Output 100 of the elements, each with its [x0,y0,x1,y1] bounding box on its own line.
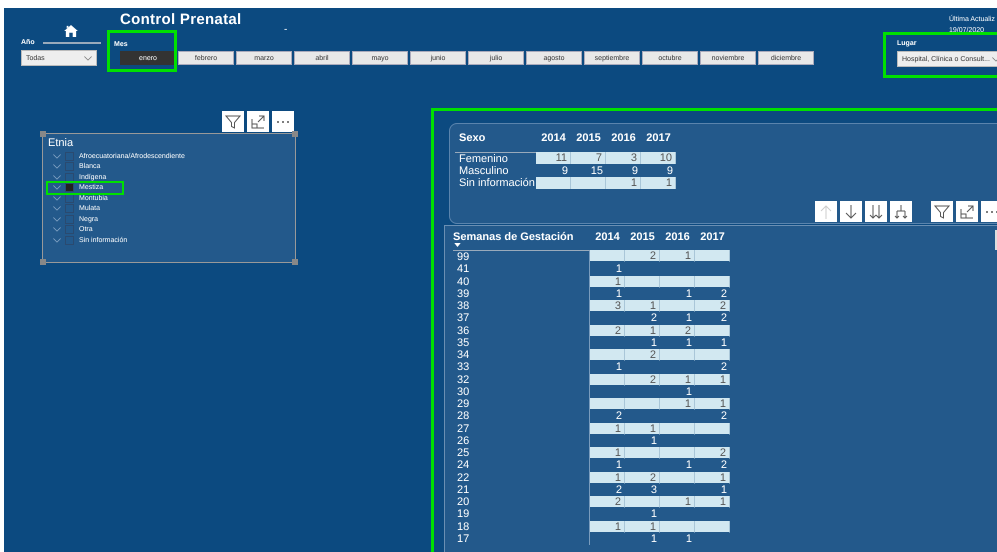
table-cell-text: 2 [720,410,728,422]
table-cell-text: 1 [650,336,658,349]
table-cell-text: 1 [684,312,693,324]
table-cell: 1 [660,496,695,508]
sort-descending-icon[interactable] [454,243,461,247]
table-cell-text: 2 [650,312,658,324]
drill-down-icon[interactable] [840,201,862,222]
report-title: Control Prenatal [120,11,242,28]
row-header: 99 [453,250,590,264]
more-options-icon[interactable] [272,111,294,132]
more-options-icon[interactable] [981,201,997,222]
table-cell: 1 [660,374,695,386]
table-cell-text: 3 [650,484,658,496]
focus-mode-icon[interactable] [956,201,978,222]
checkbox[interactable] [65,204,74,214]
table-cell-text: 1 [614,361,623,374]
table-cell-text: 1 [684,532,693,545]
checkbox[interactable] [65,152,74,161]
table-cell-text: 1 [684,288,693,300]
table-cell: 2 [625,250,660,262]
table-cell-text: 15 [590,165,604,177]
resize-handle[interactable] [40,259,46,265]
table-cell: 1 [625,422,660,435]
table-cell: 1 [660,250,695,262]
table-cell-text: 2 [720,288,728,300]
table-cell: 3 [606,152,641,164]
checkbox[interactable] [65,194,74,203]
row-header: 39 [453,288,590,300]
checkbox[interactable] [65,183,74,192]
subtitle-text: - [284,24,288,35]
table-cell: 1 [590,422,625,435]
row-header: 30 [453,386,590,398]
table-cell-text: 9 [630,165,639,177]
filter-icon[interactable] [222,111,244,132]
table-cell: 1 [660,398,695,410]
row-header: 24 [453,459,590,472]
column-header: 2015 [575,132,602,146]
table-cell: 2 [695,300,730,312]
checkbox[interactable] [65,225,74,234]
resize-handle[interactable] [292,259,298,265]
table-cell-text: 1 [720,336,728,349]
row-header: 26 [453,434,590,447]
column-header: 2017 [699,231,726,245]
table-cell: 2 [590,496,625,508]
table-cell: 1 [625,300,660,312]
checkbox[interactable] [65,236,74,245]
column-header: 2017 [645,132,672,146]
table-cell-text: 1 [684,459,693,472]
highlight-frame [107,30,177,72]
table-cell: 2 [625,349,660,362]
table-cell-text: 1 [684,336,693,349]
table-cell: 1 [590,472,625,484]
table-cell: 7 [571,152,606,164]
table-cell-text: 1 [684,386,693,398]
column-header: 2016 [664,231,691,245]
column-header: 2014 [540,132,567,146]
table-cell: 1 [695,472,730,484]
table-cell: 1 [625,324,660,337]
table-cell: 2 [625,472,660,484]
table-cell-text: 2 [614,484,623,496]
table-cell-text: 9 [666,165,674,177]
table-cell: 10 [641,152,676,164]
checkbox[interactable] [65,214,74,224]
checkbox[interactable] [65,162,74,172]
table-cell: 1 [590,520,625,533]
row-header: Masculino [458,165,510,177]
table-cell-text: 1 [720,484,728,496]
next-level-icon[interactable] [865,201,887,222]
table-cell-text: 2 [720,361,728,374]
resize-handle[interactable] [40,131,46,137]
table-cell-text: 1 [650,532,658,545]
table-cell-text: 2 [720,312,728,324]
expand-hierarchy-icon[interactable] [890,201,912,222]
row-header: 19 [453,508,590,520]
home-icon[interactable] [64,25,78,37]
table-cell: 2 [590,324,625,337]
column-header: 2016 [610,132,637,146]
table-cell-text: 1 [614,263,623,276]
column-header: Sexo [458,132,486,146]
resize-handle[interactable] [292,131,298,137]
table-cell: 2 [625,374,660,386]
table-cell: 2 [660,324,695,337]
table-cell: 1 [625,520,660,533]
row-header: 33 [453,361,590,374]
column-header: 2015 [629,231,656,245]
column-header: Semanas de Gestación [453,231,574,243]
slicer-title: Etnia [48,137,74,149]
table-cell: 1 [590,447,625,460]
focus-mode-icon[interactable] [247,111,269,132]
checkbox[interactable] [65,172,74,182]
table-cell: 1 [606,177,641,189]
table-cell-text: 1 [650,508,658,520]
row-header: 21 [453,484,590,496]
filter-icon[interactable] [931,201,953,222]
table-cell: 1 [590,276,625,288]
column-header: 2014 [594,231,621,245]
table-cell: 1 [695,374,730,386]
table-cell: 11 [536,152,571,164]
table-cell-text: 1 [650,434,658,447]
table-cell-text: 1 [614,288,623,300]
